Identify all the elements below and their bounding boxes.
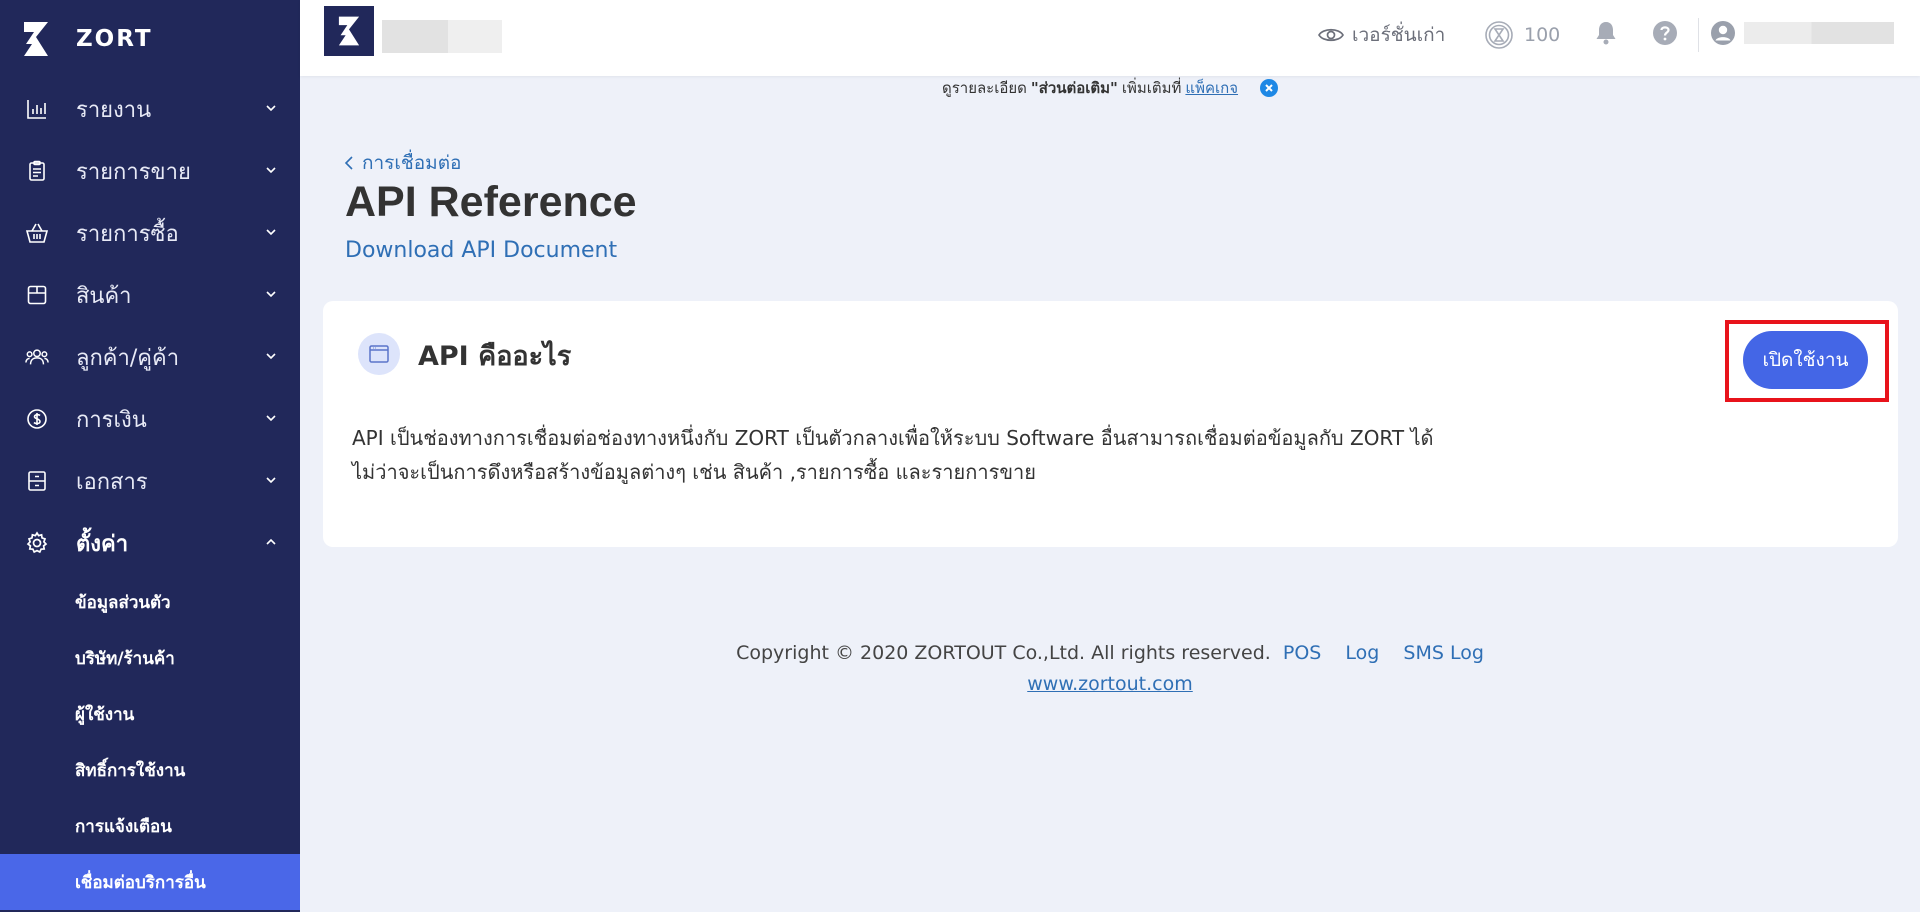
box-icon xyxy=(25,283,49,307)
user-name-redacted xyxy=(1744,22,1894,44)
zort-logo-icon xyxy=(338,16,360,46)
sidebar-item-label: รายการขาย xyxy=(76,159,191,185)
shop-name-redacted xyxy=(382,20,502,53)
notice-middle: เพิ่มเติมที่ xyxy=(1121,79,1182,97)
credit-count: 100 xyxy=(1524,24,1561,46)
sidebar-item-report[interactable]: รายงาน xyxy=(0,78,300,140)
sidebar-item-finance[interactable]: การเงิน xyxy=(0,388,300,450)
window-icon xyxy=(358,333,400,375)
chevron-down-icon xyxy=(266,353,276,360)
user-menu[interactable] xyxy=(1710,20,1894,46)
sidebar: ZORT รายงาน รายการขาย รายการซื้อ สินค้า xyxy=(0,0,300,912)
credit-counter[interactable]: 100 xyxy=(1484,20,1560,50)
close-notice-button[interactable] xyxy=(1260,79,1279,97)
breadcrumb[interactable]: การเชื่อมต่อ xyxy=(344,148,461,178)
topbar: เวอร์ชั่นเก่า 100 xyxy=(300,0,1920,76)
old-version-label: เวอร์ชั่นเก่า xyxy=(1352,24,1446,46)
hourglass-coin-icon xyxy=(1485,21,1513,49)
chevron-down-icon xyxy=(266,105,276,112)
sidebar-item-label: การเงิน xyxy=(76,407,147,433)
breadcrumb-label: การเชื่อมต่อ xyxy=(362,152,462,174)
sidebar-item-products[interactable]: สินค้า xyxy=(0,264,300,326)
description-line: ไม่ว่าจะเป็นการดึงหรือสร้างข้อมูลต่างๆ เ… xyxy=(352,460,1036,484)
enable-button[interactable]: เปิดใช้งาน xyxy=(1743,331,1868,389)
dollar-circle-icon xyxy=(25,407,49,431)
notification-button[interactable] xyxy=(1594,20,1618,50)
sidebar-item-label: รายงาน xyxy=(76,97,152,123)
submenu-item-permissions[interactable]: สิทธิ์การใช้งาน xyxy=(0,742,300,798)
copyright-text: Copyright © 2020 ZORTOUT Co.,Ltd. All ri… xyxy=(736,642,1271,664)
basket-icon xyxy=(25,221,49,245)
sidebar-item-label: รายการซื้อ xyxy=(76,221,179,247)
download-api-document-link[interactable]: Download API Document xyxy=(345,238,617,263)
company-logo[interactable] xyxy=(324,6,374,56)
close-icon xyxy=(1265,84,1273,92)
package-notice: ดูรายละเอียด "ส่วนต่อเติม" เพิ่มเติมที่ … xyxy=(300,76,1920,100)
cabinet-icon xyxy=(25,469,49,493)
submenu-item-notifications[interactable]: การแจ้งเตือน xyxy=(0,798,300,854)
zort-logo-icon xyxy=(24,22,48,56)
sidebar-item-label: ลูกค้า/คู่ค้า xyxy=(76,345,180,371)
users-icon xyxy=(25,345,49,369)
eye-icon xyxy=(1318,28,1344,42)
submenu-item-users[interactable]: ผู้ใช้งาน xyxy=(0,686,300,742)
footer-link-pos[interactable]: POS xyxy=(1283,642,1321,664)
footer: Copyright © 2020 ZORTOUT Co.,Ltd. All ri… xyxy=(300,638,1920,700)
sidebar-item-documents[interactable]: เอกสาร xyxy=(0,450,300,512)
sidebar-item-purchase[interactable]: รายการซื้อ xyxy=(0,202,300,264)
divider xyxy=(1698,18,1699,52)
card-description: API เป็นช่องทางการเชื่อมต่อช่องทางหนึ่งก… xyxy=(352,421,1552,489)
card-title: API คืออะไร xyxy=(418,341,572,372)
old-version-button[interactable]: เวอร์ชั่นเก่า xyxy=(1318,20,1445,50)
sidebar-item-settings[interactable]: ตั้งค่า xyxy=(0,512,300,574)
notice-prefix: ดูรายละเอียด xyxy=(941,79,1027,97)
sidebar-item-contacts[interactable]: ลูกค้า/คู่ค้า xyxy=(0,326,300,388)
chevron-up-icon xyxy=(266,538,276,545)
sidebar-item-sales[interactable]: รายการขาย xyxy=(0,140,300,202)
submenu-item-profile[interactable]: ข้อมูลส่วนตัว xyxy=(0,574,300,630)
chevron-down-icon xyxy=(266,291,276,298)
notice-bold: "ส่วนต่อเติม" xyxy=(1030,79,1118,97)
chevron-down-icon xyxy=(266,415,276,422)
submenu-item-integrations[interactable]: เชื่อมต่อบริการอื่น xyxy=(0,854,300,910)
sidebar-item-label: ตั้งค่า xyxy=(76,531,129,557)
chevron-down-icon xyxy=(266,229,276,236)
api-info-card: API คืออะไร API เป็นช่องทางการเชื่อมต่อช… xyxy=(323,301,1898,547)
brand-name: ZORT xyxy=(76,26,153,52)
footer-link-sms-log[interactable]: SMS Log xyxy=(1403,642,1484,664)
sidebar-item-label: สินค้า xyxy=(76,283,132,309)
gear-icon xyxy=(25,531,49,555)
description-line: API เป็นช่องทางการเชื่อมต่อช่องทางหนึ่งก… xyxy=(352,426,1434,450)
bar-chart-icon xyxy=(25,97,49,121)
question-circle-icon xyxy=(1653,21,1677,45)
chevron-left-icon xyxy=(344,156,353,170)
help-button[interactable] xyxy=(1652,20,1678,50)
submenu-item-company[interactable]: บริษัท/ร้านค้า xyxy=(0,630,300,686)
sidebar-item-label: เอกสาร xyxy=(76,469,148,495)
bell-icon xyxy=(1596,22,1616,45)
chevron-down-icon xyxy=(266,167,276,174)
chevron-down-icon xyxy=(266,477,276,484)
package-link[interactable]: แพ็คเกจ xyxy=(1185,76,1238,100)
clipboard-icon xyxy=(25,159,49,183)
footer-link-log[interactable]: Log xyxy=(1345,642,1379,664)
brand[interactable]: ZORT xyxy=(0,0,300,78)
footer-line: Copyright © 2020 ZORTOUT Co.,Ltd. All ri… xyxy=(300,638,1920,669)
website-link[interactable]: www.zortout.com xyxy=(1027,673,1193,695)
user-avatar-icon xyxy=(1711,21,1735,45)
page-title: API Reference xyxy=(345,178,637,226)
